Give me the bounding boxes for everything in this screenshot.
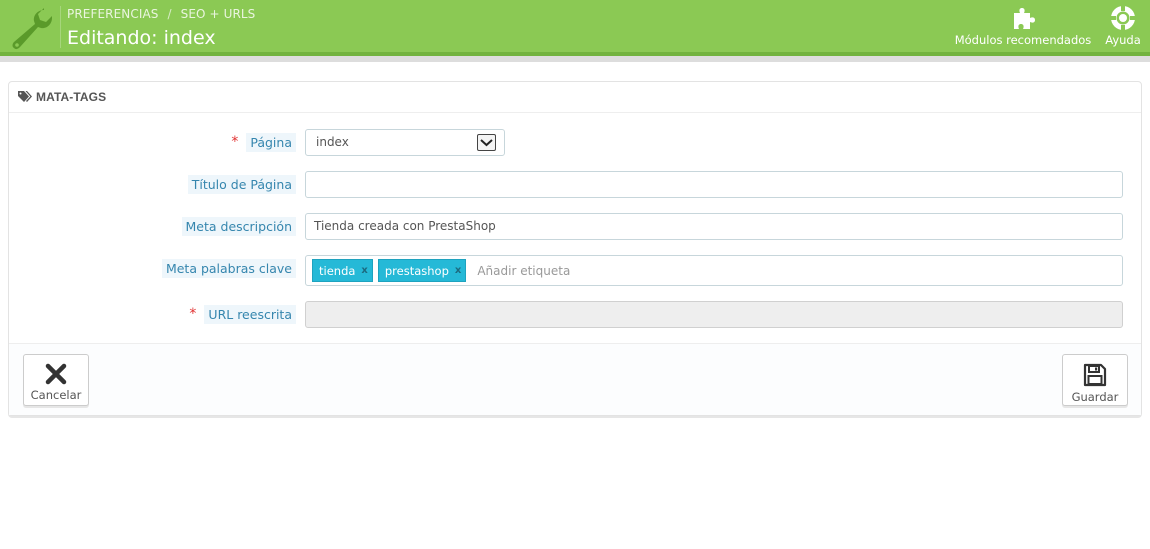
wrench-icon <box>12 8 52 50</box>
meta-keywords-label: Meta palabras clave <box>161 258 296 278</box>
meta-tags-panel: MATA-TAGS * Página index Título de Págin… <box>8 81 1142 416</box>
remove-tag-icon[interactable]: x <box>455 265 461 276</box>
save-button[interactable]: Guardar <box>1062 354 1128 406</box>
page-title-label: Título de Página <box>187 174 296 194</box>
panel-footer: Cancelar Guardar <box>9 343 1141 415</box>
breadcrumb-item-preferences[interactable]: PREFERENCIAS <box>67 7 158 21</box>
lifebuoy-icon <box>1111 6 1135 30</box>
save-icon <box>1083 363 1107 387</box>
panel-heading: MATA-TAGS <box>9 82 1141 113</box>
tags-icon <box>18 91 32 102</box>
label-wrap-meta-description: Meta descripción <box>181 213 296 239</box>
url-rewrite-input[interactable] <box>305 301 1123 328</box>
close-icon <box>45 363 67 385</box>
recommended-modules-button[interactable]: Módulos recomendados <box>952 4 1094 47</box>
url-rewrite-label: URL reescrita <box>204 304 296 324</box>
cancel-label: Cancelar <box>30 388 82 402</box>
meta-description-input[interactable]: Tienda creada con PrestaShop <box>305 213 1123 240</box>
keyword-tag-label: tienda <box>319 263 356 278</box>
header-shadow <box>0 56 1150 62</box>
add-tag-input[interactable]: Añadir etiqueta <box>477 264 570 278</box>
page-title-input[interactable] <box>305 171 1123 198</box>
page-select-value: index <box>316 135 349 149</box>
cancel-button[interactable]: Cancelar <box>23 354 89 406</box>
remove-tag-icon[interactable]: x <box>361 265 367 276</box>
chevron-down-icon[interactable] <box>477 134 496 151</box>
help-button[interactable]: Ayuda <box>1100 4 1146 47</box>
breadcrumb: PREFERENCIAS / SEO + URLS <box>67 7 255 21</box>
keyword-tag-label: prestashop <box>384 263 449 278</box>
breadcrumb-item-seo-urls[interactable]: SEO + URLS <box>181 7 256 21</box>
help-label: Ayuda <box>1105 33 1141 47</box>
header-divider <box>60 6 61 48</box>
page-header: PREFERENCIAS / SEO + URLS Editando: index … <box>0 0 1150 52</box>
recommended-modules-label: Módulos recomendados <box>954 33 1092 47</box>
panel-title: MATA-TAGS <box>36 90 107 104</box>
save-label: Guardar <box>1071 390 1119 404</box>
meta-description-label: Meta descripción <box>181 216 296 236</box>
label-wrap-url-rewrite: * URL reescrita <box>189 301 296 327</box>
meta-keywords-input[interactable]: tienda x prestashop x Añadir etiqueta <box>305 255 1123 286</box>
keyword-tag: prestashop x <box>377 259 467 282</box>
breadcrumb-separator: / <box>167 7 172 21</box>
page-select[interactable]: index <box>305 129 505 156</box>
required-marker: * <box>231 134 239 150</box>
page-title: Editando: index <box>67 27 216 49</box>
required-marker: * <box>189 306 197 322</box>
page-label: Página <box>246 132 296 152</box>
label-wrap-page-title: Título de Página <box>187 171 296 197</box>
keyword-tag: tienda x <box>312 259 373 282</box>
label-wrap-page: * Página <box>231 129 296 155</box>
label-wrap-meta-keywords: Meta palabras clave <box>161 255 296 281</box>
puzzle-icon <box>1014 8 1035 29</box>
